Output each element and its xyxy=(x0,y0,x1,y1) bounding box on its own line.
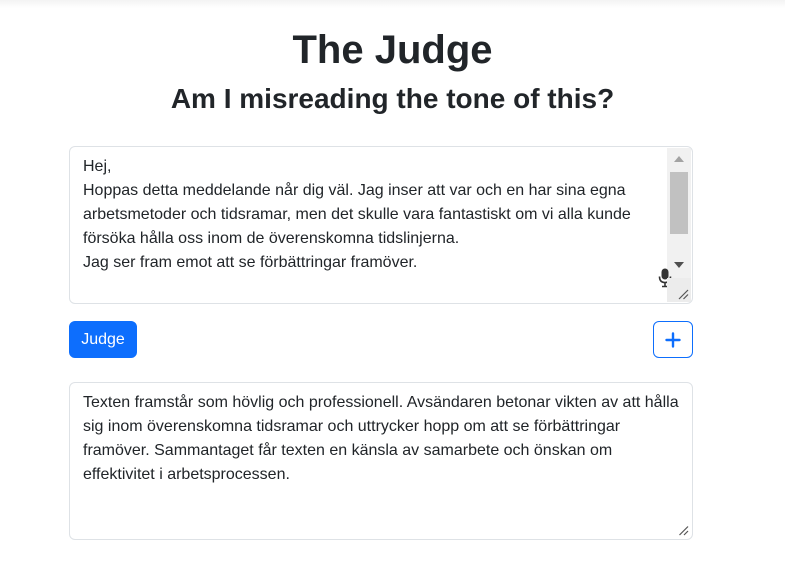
message-input[interactable]: Hej, Hoppas detta meddelande når dig väl… xyxy=(69,146,693,304)
verdict-output-text: Texten framstår som hövlig och professio… xyxy=(83,394,679,483)
resize-handle-icon[interactable] xyxy=(678,525,689,536)
input-resize-area[interactable] xyxy=(667,278,691,302)
add-button[interactable] xyxy=(653,321,693,358)
message-input-text[interactable]: Hej, Hoppas detta meddelande når dig väl… xyxy=(83,155,673,275)
resize-handle-icon[interactable] xyxy=(677,288,689,300)
judge-button[interactable]: Judge xyxy=(69,321,137,358)
page-subtitle: Am I misreading the tone of this? xyxy=(170,83,615,114)
page-title: The Judge xyxy=(292,28,493,72)
top-shadow xyxy=(0,0,785,8)
verdict-output[interactable]: Texten framstår som hövlig och professio… xyxy=(69,382,693,540)
plus-icon xyxy=(665,331,681,348)
input-scrollbar[interactable] xyxy=(667,148,691,278)
scroll-thumb[interactable] xyxy=(670,172,688,234)
scroll-up-arrow-icon[interactable] xyxy=(667,150,691,168)
